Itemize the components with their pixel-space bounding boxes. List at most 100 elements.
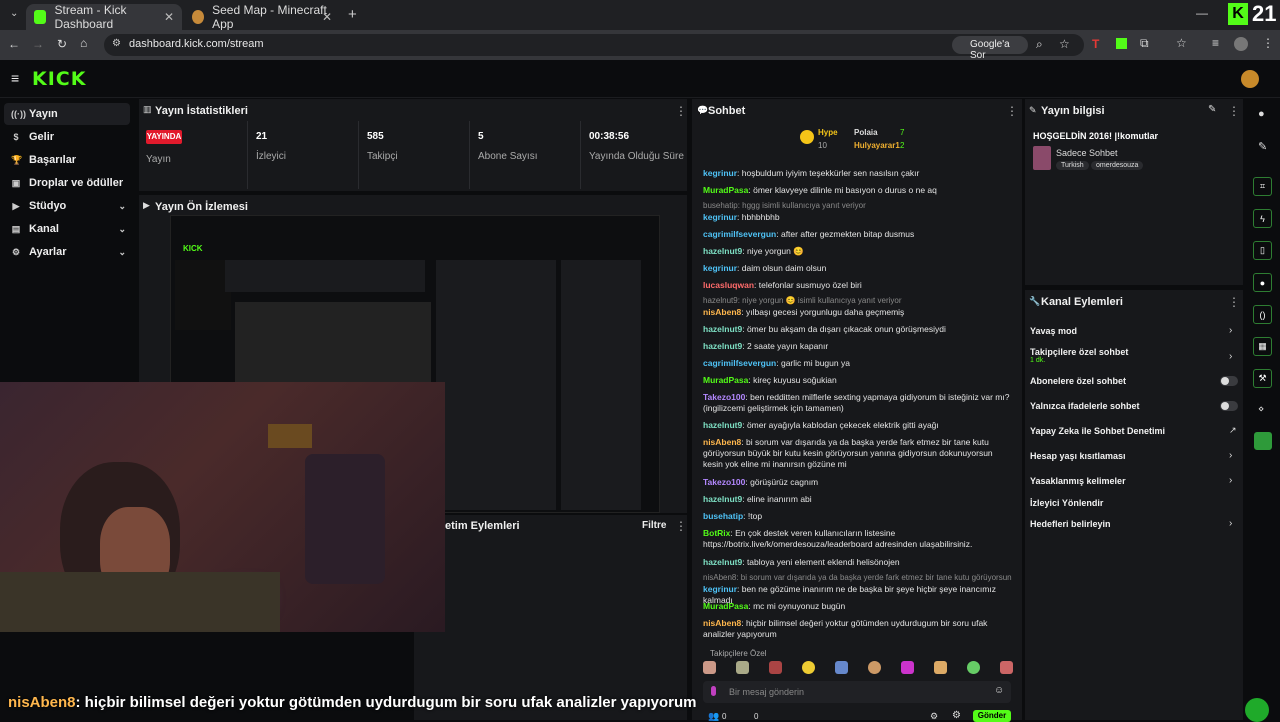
chat-username[interactable]: hazelnut9 — [703, 246, 742, 256]
green-app-icon[interactable] — [1254, 432, 1272, 450]
crop-icon[interactable]: ⌗ — [1253, 177, 1272, 196]
chat-message[interactable]: cagrimilfsevergun: after after gezmekten… — [703, 229, 1013, 240]
toggle-switch[interactable] — [1220, 376, 1238, 386]
menu-icon[interactable]: ≡ — [1212, 36, 1219, 50]
chat-message[interactable]: hazelnut9: ömer bu akşam da dışarı çıkac… — [703, 324, 1013, 335]
chat-message[interactable]: Takezo100: ben redditten milflerle sexti… — [703, 392, 1013, 414]
chat-username[interactable]: BotRix — [703, 528, 730, 538]
chat-message[interactable]: nisAben8: bi sorum var dışarıda ya da ba… — [703, 437, 1013, 470]
chat-username[interactable]: kegrinur — [703, 584, 737, 594]
chat-username[interactable]: hazelnut9 — [703, 324, 742, 334]
kick-extension-icon[interactable] — [1116, 38, 1127, 49]
chat-message[interactable]: hazelnut9: niye yorgun 😊 — [703, 246, 1013, 257]
chat-username[interactable]: nisAben8 — [703, 618, 741, 628]
more-vert-icon[interactable]: ⋮ — [675, 519, 687, 533]
emote-icon[interactable] — [769, 661, 782, 674]
emote-icon[interactable] — [868, 661, 881, 674]
tag[interactable]: omerdesouza — [1091, 161, 1144, 170]
gifter-name[interactable]: Hype — [818, 128, 838, 137]
document-icon[interactable]: ▯ — [1253, 241, 1272, 260]
chat-message[interactable]: MuradPasa: ömer klavyeye dilinle mi bası… — [703, 185, 1013, 196]
tab-seed-map[interactable]: Seed Map - Minecraft App ✕ — [184, 3, 340, 31]
microphone-icon[interactable] — [711, 686, 716, 696]
profile-avatar[interactable] — [1234, 37, 1248, 51]
chat-username[interactable]: MuradPasa — [703, 185, 748, 195]
chat-username[interactable]: cagrimilfsevergun — [703, 229, 776, 239]
info-icon[interactable]: ● — [1258, 108, 1265, 120]
send-button[interactable]: Gönder — [973, 710, 1011, 722]
home-icon[interactable]: ⌂ — [80, 36, 87, 50]
chat-username[interactable]: cagrimilfsevergun — [703, 358, 776, 368]
chat-username[interactable]: kegrinur — [703, 263, 737, 273]
chat-message[interactable]: lucasluqwan: telefonlar susmuyo özel bir… — [703, 280, 1013, 291]
chat-username[interactable]: hazelnut9 — [703, 557, 742, 567]
close-icon[interactable]: ✕ — [164, 10, 174, 24]
emote-icon[interactable] — [901, 661, 914, 674]
tab-search-icon[interactable]: ⌄ — [10, 8, 18, 19]
chat-username[interactable]: MuradPasa — [703, 375, 748, 385]
bolt-icon[interactable]: ϟ — [1253, 209, 1272, 228]
sidebar-item-basarilar[interactable]: 🏆 Başarılar — [4, 149, 130, 171]
chat-message[interactable]: kegrinur: daim olsun daim olsun — [703, 263, 1013, 274]
chat-message[interactable]: hazelnut9: eline inanırım abi — [703, 494, 1013, 505]
emote-icon[interactable] — [967, 661, 980, 674]
share-icon[interactable]: ⋄ — [1258, 404, 1264, 415]
forward-icon[interactable]: → — [32, 37, 44, 51]
kick-logo[interactable]: KICK — [32, 68, 86, 90]
chat-input[interactable]: Bir mesaj gönderin ☺ — [703, 681, 1011, 703]
gear-icon[interactable]: ⚙ — [952, 710, 961, 721]
sidebar-item-kanal[interactable]: ▤ Kanal ⌄ — [4, 218, 130, 240]
chat-message[interactable]: nisAben8: hiçbir bilimsel değeri yoktur … — [703, 618, 1013, 640]
google-ask-button[interactable]: Google'a Sor — [952, 36, 1028, 61]
edit-icon[interactable]: ✎ — [1208, 104, 1216, 115]
reload-icon[interactable]: ↻ — [57, 37, 67, 51]
chat-username[interactable]: lucasluqwan — [703, 280, 754, 290]
back-icon[interactable]: ← — [8, 37, 20, 51]
new-tab-button[interactable]: + — [348, 6, 357, 23]
wrench-icon[interactable]: ⚒ — [1253, 369, 1272, 388]
extension-icon[interactable]: T — [1092, 37, 1099, 51]
gifter-name[interactable]: Hulyayarar1 — [854, 141, 900, 150]
chat-username[interactable]: hazelnut9 — [703, 494, 742, 504]
chat-message[interactable]: MuradPasa: kireç kuyusu soğukian — [703, 375, 1013, 386]
emote-icon[interactable] — [802, 661, 815, 674]
chat-message[interactable]: nisAben8: yılbaşı gecesi yorgunlugu daha… — [703, 307, 1013, 318]
category-name[interactable]: Sadece Sohbet — [1056, 148, 1118, 158]
emoji-icon[interactable]: ☺ — [994, 685, 1004, 696]
chat-message[interactable]: busehatip: !top — [703, 511, 1013, 522]
chat-username[interactable]: nisAben8 — [703, 437, 741, 447]
sidebar-item-studyo[interactable]: ▶ Stüdyo ⌄ — [4, 195, 130, 217]
toggle-switch[interactable] — [1220, 401, 1238, 411]
chat-username[interactable]: Takezo100 — [703, 392, 745, 402]
more-vert-icon[interactable]: ⋮ — [675, 104, 687, 118]
site-info-icon[interactable]: ⚙ — [112, 38, 121, 49]
emote-icon[interactable] — [934, 661, 947, 674]
chat-username[interactable]: hazelnut9 — [703, 420, 742, 430]
sidebar-item-yayin[interactable]: ((·)) Yayın — [4, 103, 130, 125]
chat-message[interactable]: kegrinur: hbhbhbhb — [703, 212, 1013, 223]
puzzle-icon[interactable]: ⧉ — [1140, 36, 1149, 51]
more-vert-icon[interactable]: ⋮ — [1228, 295, 1240, 309]
address-bar[interactable]: ⚙ dashboard.kick.com/stream Google'a Sor… — [104, 34, 1084, 61]
chat-username[interactable]: busehatip — [703, 511, 743, 521]
filter-button[interactable]: Filtre — [642, 520, 666, 531]
hamburger-menu-icon[interactable]: ≡ — [11, 70, 19, 86]
emote-icon[interactable] — [703, 661, 716, 674]
zoom-icon[interactable]: ⌕ — [1036, 37, 1043, 52]
bookmarks-icon[interactable]: ☆ — [1176, 36, 1187, 50]
chat-username[interactable]: Takezo100 — [703, 477, 745, 487]
sidebar-item-gelir[interactable]: $ Gelir — [4, 126, 130, 148]
chat-message[interactable]: Takezo100: görüşürüz cagnım — [703, 477, 1013, 488]
chat-message[interactable]: cagrimilfsevergun: garlic mi bugun ya — [703, 358, 1013, 369]
emote-icon[interactable] — [736, 661, 749, 674]
calendar-icon[interactable]: ▦ — [1253, 337, 1272, 356]
chat-message[interactable]: hazelnut9: tabloya yeni element eklendi … — [703, 557, 1013, 568]
pencil-icon[interactable]: ✎ — [1258, 140, 1267, 153]
chat-username[interactable]: kegrinur — [703, 168, 737, 178]
gifter-name[interactable]: Polaia — [854, 128, 878, 137]
chat-message[interactable]: BotRix: En çok destek veren kullanıcılar… — [703, 528, 1013, 550]
chat-message[interactable]: kegrinur: hoşbuldum iyiyim teşekkürler s… — [703, 168, 1013, 179]
more-vert-icon[interactable]: ⋮ — [1006, 104, 1018, 118]
chat-username[interactable]: kegrinur — [703, 212, 737, 222]
support-chat-icon[interactable] — [1245, 698, 1269, 722]
